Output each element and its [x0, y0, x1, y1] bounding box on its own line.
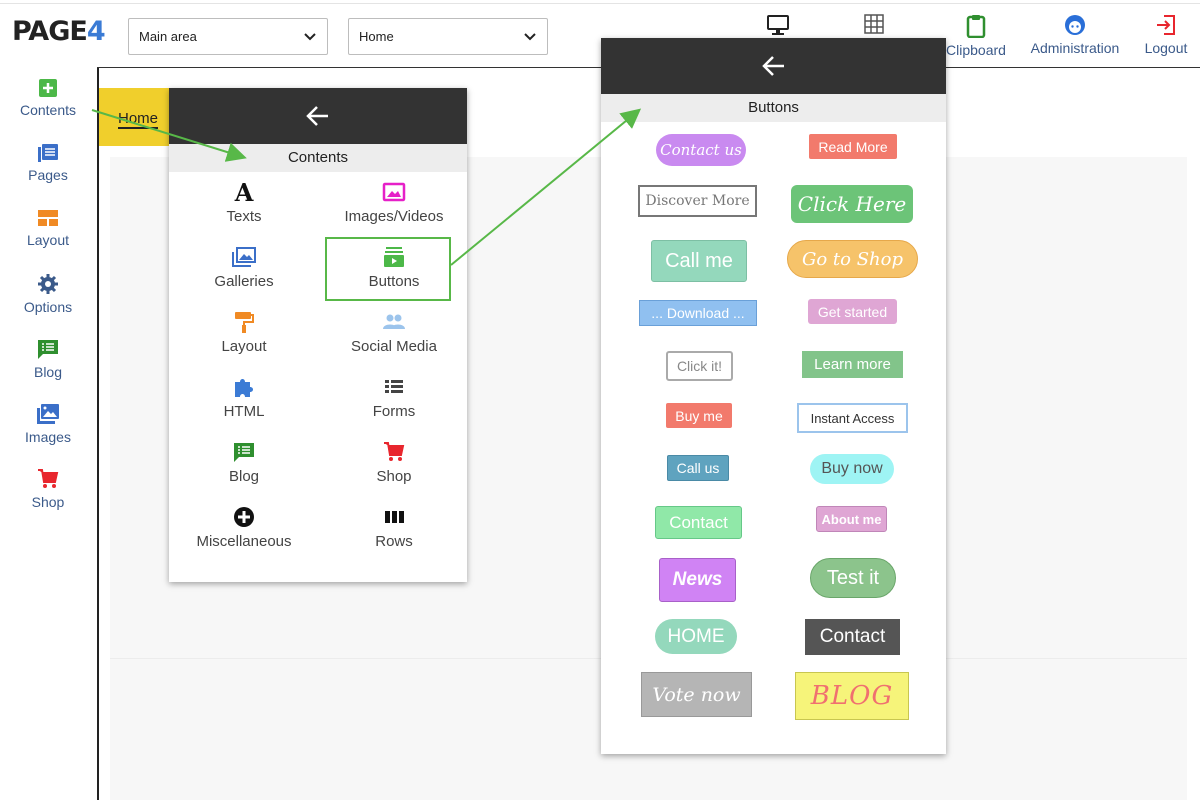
arrow-to-contents [91, 109, 247, 162]
arrow-to-buttons [450, 108, 642, 266]
arrow-overlay [91, 108, 642, 266]
